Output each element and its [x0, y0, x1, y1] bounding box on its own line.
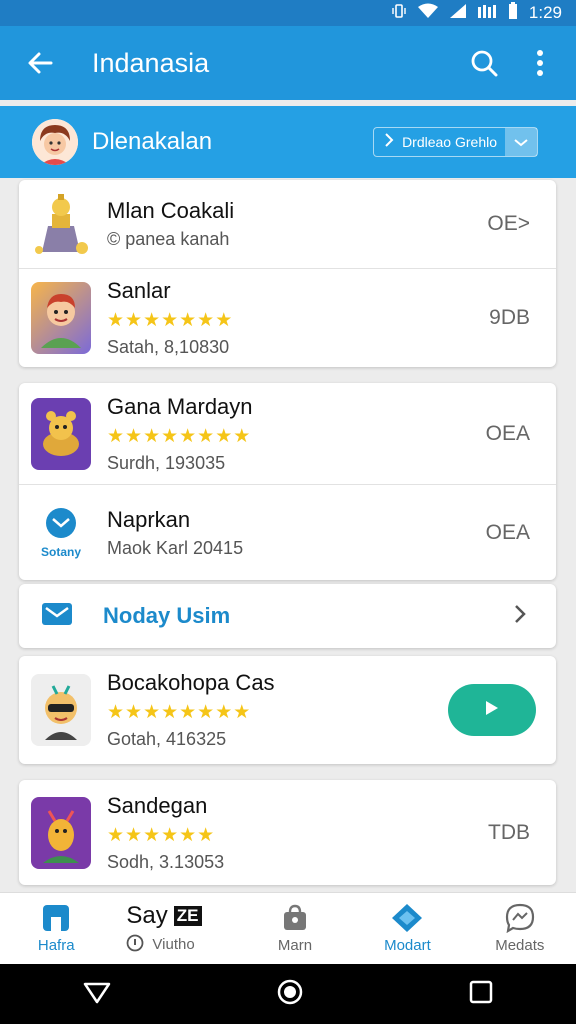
system-nav-bar	[0, 964, 576, 1024]
nav-label: Marn	[277, 937, 313, 954]
search-icon[interactable]	[464, 43, 504, 83]
home-icon	[40, 903, 72, 933]
app-card: Gana Mardayn ★★★★★★★★ Surdh, 193035 OEA …	[19, 383, 556, 580]
app-meta: 9DB	[489, 306, 530, 329]
nav-badge: ZE	[173, 905, 202, 926]
app-meta: OEA	[485, 421, 530, 445]
list-item[interactable]: Sanlar ★★★★★★★ Satah, 8,10830 9DB	[19, 268, 556, 367]
app-bar: Indanasia	[0, 26, 576, 100]
link-row-label: Noday Usim	[103, 603, 231, 628]
app-title: Gana Mardayn	[107, 393, 253, 419]
back-triangle-icon[interactable]	[83, 980, 111, 1009]
bag-icon	[279, 903, 311, 933]
mail-icon	[41, 602, 73, 631]
play-button[interactable]	[448, 684, 536, 736]
app-meta: OE>	[487, 212, 530, 235]
app-thumb-trophy	[31, 188, 91, 260]
app-card: Mlan Coakali © panea kanah OE> Sanlar ★★…	[19, 180, 556, 367]
chevron-right-icon	[514, 604, 526, 629]
list-item[interactable]: Bocakohopa Cas ★★★★★★★★ Gotah, 416325	[19, 656, 556, 764]
battery-icon	[507, 1, 519, 25]
status-bar: 1:29	[0, 0, 576, 26]
nav-label: Modart	[384, 937, 431, 954]
app-subtitle: Surdh, 193035	[107, 452, 226, 473]
arrow-left-icon[interactable]	[20, 43, 60, 83]
app-card: Sandegan ★★★★★★ Sodh, 3.13053 TDB	[19, 780, 556, 885]
more-vertical-icon[interactable]	[520, 43, 560, 83]
wifi-icon	[417, 3, 439, 24]
nav-item-home[interactable]: Hafra	[0, 893, 112, 964]
envelope-badge-icon	[46, 507, 76, 538]
app-thumb-character	[31, 282, 91, 354]
nav-sub-label: Viutho	[152, 936, 195, 953]
app-title: Sanlar	[107, 278, 171, 303]
info-icon	[126, 934, 144, 956]
avatar[interactable]	[32, 119, 78, 165]
signal-icon	[449, 3, 467, 24]
play-icon	[485, 700, 499, 721]
chevron-right-icon	[384, 132, 394, 153]
app-meta: TDB	[488, 820, 530, 844]
app-subtitle: Satah, 8,10830	[107, 337, 230, 357]
page-title: Indanasia	[92, 47, 210, 78]
link-row[interactable]: Noday Usim	[19, 584, 556, 648]
list-item[interactable]: Gana Mardayn ★★★★★★★★ Surdh, 193035 OEA	[19, 383, 556, 484]
nav-item-say[interactable]: Say ZE Viutho	[112, 893, 238, 964]
home-circle-icon[interactable]	[276, 978, 304, 1011]
app-subtitle: Sodh, 3.13053	[107, 851, 225, 872]
vibrate-icon	[391, 3, 407, 24]
app-thumb-logo: Sotany	[31, 497, 91, 569]
list-item[interactable]: Mlan Coakali © panea kanah OE>	[19, 180, 556, 268]
nav-item-diamond[interactable]: Modart	[351, 893, 463, 964]
profile-name: Dlenakalan	[92, 128, 213, 155]
data-bars-icon	[477, 3, 497, 24]
profile-action-label: Drdleao Grehlo	[402, 134, 497, 150]
app-meta: OEA	[485, 520, 530, 544]
app-thumb-character	[31, 674, 91, 746]
nav-label: Hafra	[37, 937, 75, 954]
nav-label: Medats	[495, 937, 545, 954]
nav-item-messages[interactable]: Medats	[464, 893, 576, 964]
app-thumb-creature	[31, 796, 91, 869]
app-thumb-label: Sotany	[40, 544, 81, 559]
list-item[interactable]: Sotany Naprkan Maok Karl 20415 OEA	[19, 484, 556, 580]
bottom-nav: Hafra Say ZE Viutho Marn Modart Medats	[0, 892, 576, 964]
recents-square-icon[interactable]	[469, 980, 493, 1009]
chevron-down-icon[interactable]	[505, 128, 537, 156]
nav-item-bag[interactable]: Marn	[239, 893, 351, 964]
app-title: Sandegan	[107, 792, 208, 818]
app-thumb-creature	[31, 397, 91, 470]
profile-action[interactable]: Drdleao Grehlo	[373, 127, 538, 157]
profile-bar: Dlenakalan Drdleao Grehlo	[0, 106, 576, 178]
nav-label: Say	[126, 901, 168, 929]
app-card: Bocakohopa Cas ★★★★★★★★ Gotah, 416325	[19, 656, 556, 764]
list-item[interactable]: Sandegan ★★★★★★ Sodh, 3.13053 TDB	[19, 780, 556, 885]
messenger-icon	[504, 903, 536, 933]
status-time: 1:29	[528, 3, 562, 22]
diamond-icon	[391, 903, 423, 933]
